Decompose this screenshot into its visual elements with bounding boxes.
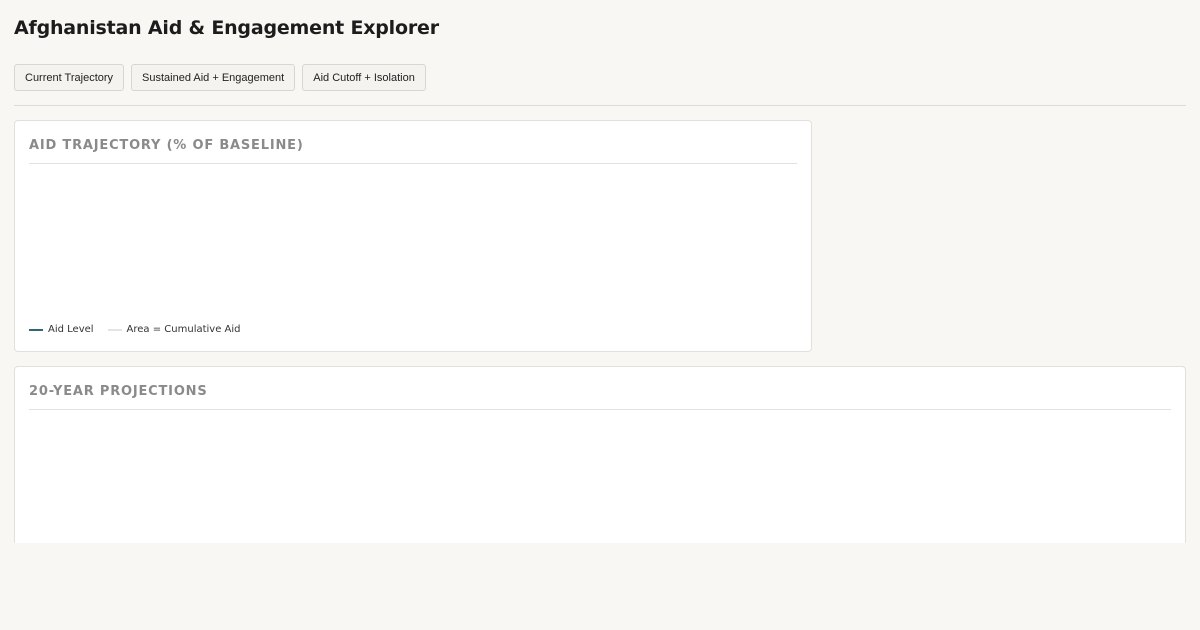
legend-item-aid-level: Aid Level — [29, 324, 94, 335]
projections-title: 20-YEAR PROJECTIONS — [29, 384, 1171, 410]
header-divider — [14, 105, 1186, 106]
scenario-button-sustained-aid[interactable]: Sustained Aid + Engagement — [131, 64, 296, 91]
page-title: Afghanistan Aid & Engagement Explorer — [14, 17, 439, 39]
aid-trajectory-title: AID TRAJECTORY (% OF BASELINE) — [29, 138, 797, 164]
scenario-button-current-trajectory[interactable]: Current Trajectory — [14, 64, 125, 91]
app-root: Afghanistan Aid & Engagement Explorer Cu… — [0, 0, 1200, 630]
legend-swatch-cumulative-aid — [107, 328, 122, 331]
scenario-toolbar: Current Trajectory Sustained Aid + Engag… — [14, 64, 426, 91]
aid-trajectory-legend: Aid Level Area = Cumulative Aid — [29, 324, 241, 335]
aid-trajectory-chart-area — [29, 173, 797, 313]
projections-panel: 20-YEAR PROJECTIONS — [14, 366, 1186, 543]
aid-trajectory-panel: AID TRAJECTORY (% OF BASELINE) Aid Level… — [14, 120, 812, 352]
legend-label-aid-level: Aid Level — [48, 324, 94, 335]
legend-label-cumulative-aid: Area = Cumulative Aid — [126, 324, 241, 335]
projections-body — [29, 419, 1171, 543]
scenario-button-aid-cutoff[interactable]: Aid Cutoff + Isolation — [302, 64, 426, 91]
legend-swatch-aid-level — [29, 328, 43, 331]
legend-item-cumulative-aid: Area = Cumulative Aid — [107, 324, 241, 335]
